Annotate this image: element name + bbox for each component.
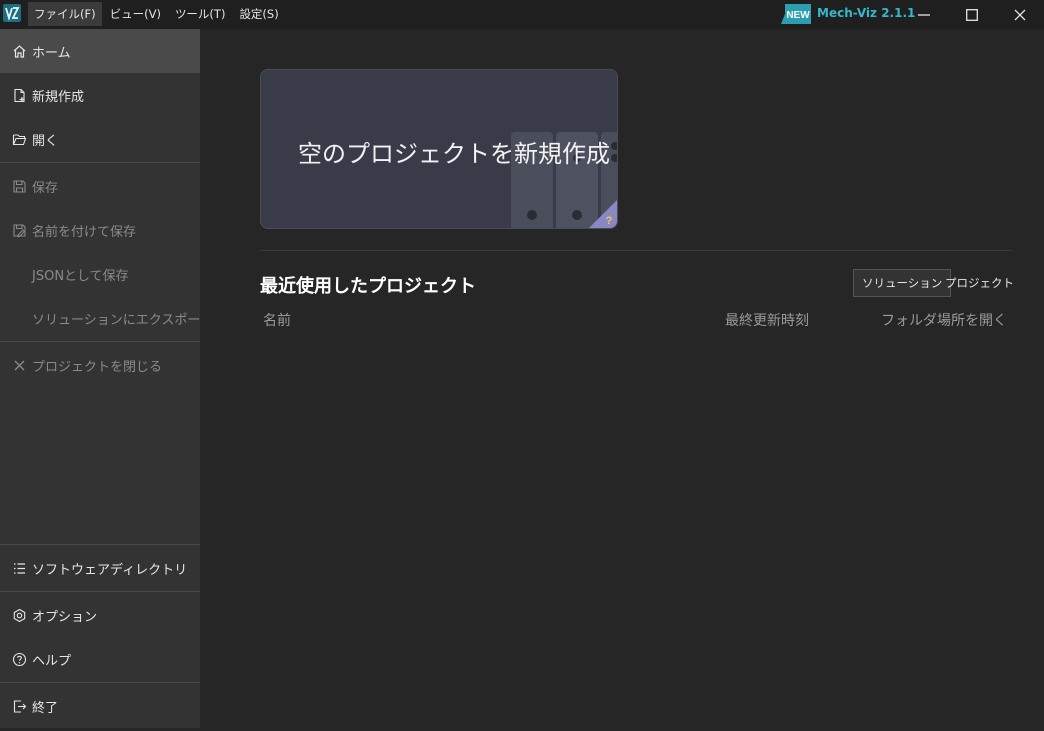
help-corner-text: ? [606,215,613,227]
folder-open-icon [12,133,27,145]
close-window-icon [1014,9,1026,20]
help-icon [12,652,27,666]
home-icon [13,44,26,58]
sidebar-divider [0,682,200,683]
sidebar-item-label: ソフトウェアディレクトリ [32,562,188,578]
sidebar-divider [0,341,200,342]
new-empty-project-card[interactable]: 空のプロジェクトを新規作成 ? [260,69,618,229]
app-logo-icon [3,4,21,22]
sidebar-divider [0,162,200,163]
sidebar-item-label: ソリューションにエクスポート [32,312,214,328]
column-last-updated-header[interactable]: 最終更新時刻 [725,310,809,330]
menu-tools[interactable]: ツール(T) [169,2,232,26]
new-empty-project-title: 空のプロジェクトを新規作成 [298,140,610,168]
column-open-folder-header: フォルダ場所を開く [881,313,1007,329]
new-badge[interactable]: NEW [781,4,811,24]
sidebar-item-label: JSONとして保存 [32,268,129,284]
sidebar-item-save-as[interactable]: 名前を付けて保存 [0,208,200,252]
title-bar: ファイル(F) ビュー(V) ツール(T) 設定(S) NEW Mech-Viz… [0,0,1044,29]
sidebar-divider [0,544,200,545]
new-file-icon [14,88,25,102]
save-as-icon [13,223,26,237]
sidebar-item-label: ヘルプ [32,653,72,669]
maximize-icon [966,8,978,21]
new-badge-text: NEW [786,10,810,21]
column-name-header[interactable]: 名前 [263,310,291,330]
sidebar-item-save-json[interactable]: JSONとして保存 [0,252,200,296]
section-divider [260,250,1012,251]
list-icon [14,562,25,574]
close-icon [14,360,25,370]
minimize-button[interactable] [901,0,947,29]
menu-bar: ファイル(F) ビュー(V) ツール(T) 設定(S) [28,2,287,26]
sidebar-item-label: 名前を付けて保存 [32,224,137,240]
main-content: 空のプロジェクトを新規作成 ? 最近使用したプロジェクト ソリューション プロジ… [200,29,1044,731]
toggle-project-button[interactable]: プロジェクト [937,269,1022,297]
close-window-button[interactable] [997,0,1043,29]
sidebar-item-label: 開く [32,133,59,149]
sidebar-item-label: ホーム [32,45,71,61]
sidebar-item-help[interactable]: ヘルプ [0,637,200,681]
hexagon-settings-icon [13,608,26,622]
sidebar-item-label: 新規作成 [32,89,85,105]
sidebar-item-open[interactable]: 開く [0,117,200,161]
sidebar-item-exit[interactable]: 終了 [0,684,200,728]
sidebar-divider [0,591,200,592]
sidebar: ホーム 新規作成 開く 保存 名前を付けて保存 JSONとして保存 ソリューショ… [0,29,213,728]
sidebar-item-export-solution[interactable]: ソリューションにエクスポート [0,296,213,340]
sidebar-item-home[interactable]: ホーム [0,29,200,73]
menu-settings[interactable]: 設定(S) [233,2,284,26]
exit-icon [13,699,27,713]
menu-file[interactable]: ファイル(F) [28,2,102,26]
minimize-icon [918,13,930,16]
sidebar-item-label: オプション [32,609,98,625]
sidebar-item-save[interactable]: 保存 [0,164,200,208]
sidebar-item-label: プロジェクトを閉じる [32,359,163,375]
sidebar-item-close-project[interactable]: プロジェクトを閉じる [0,343,200,387]
sidebar-item-new[interactable]: 新規作成 [0,73,200,117]
sidebar-item-label: 保存 [32,180,59,196]
maximize-button[interactable] [949,0,995,29]
sidebar-item-label: 終了 [32,700,59,716]
save-icon [13,179,26,193]
help-corner-icon[interactable]: ? [589,200,617,228]
sidebar-item-software-directory[interactable]: ソフトウェアディレクトリ [0,546,200,590]
recent-projects-title: 最近使用したプロジェクト [260,276,476,297]
sidebar-item-options[interactable]: オプション [0,593,200,637]
menu-view[interactable]: ビュー(V) [104,2,167,26]
